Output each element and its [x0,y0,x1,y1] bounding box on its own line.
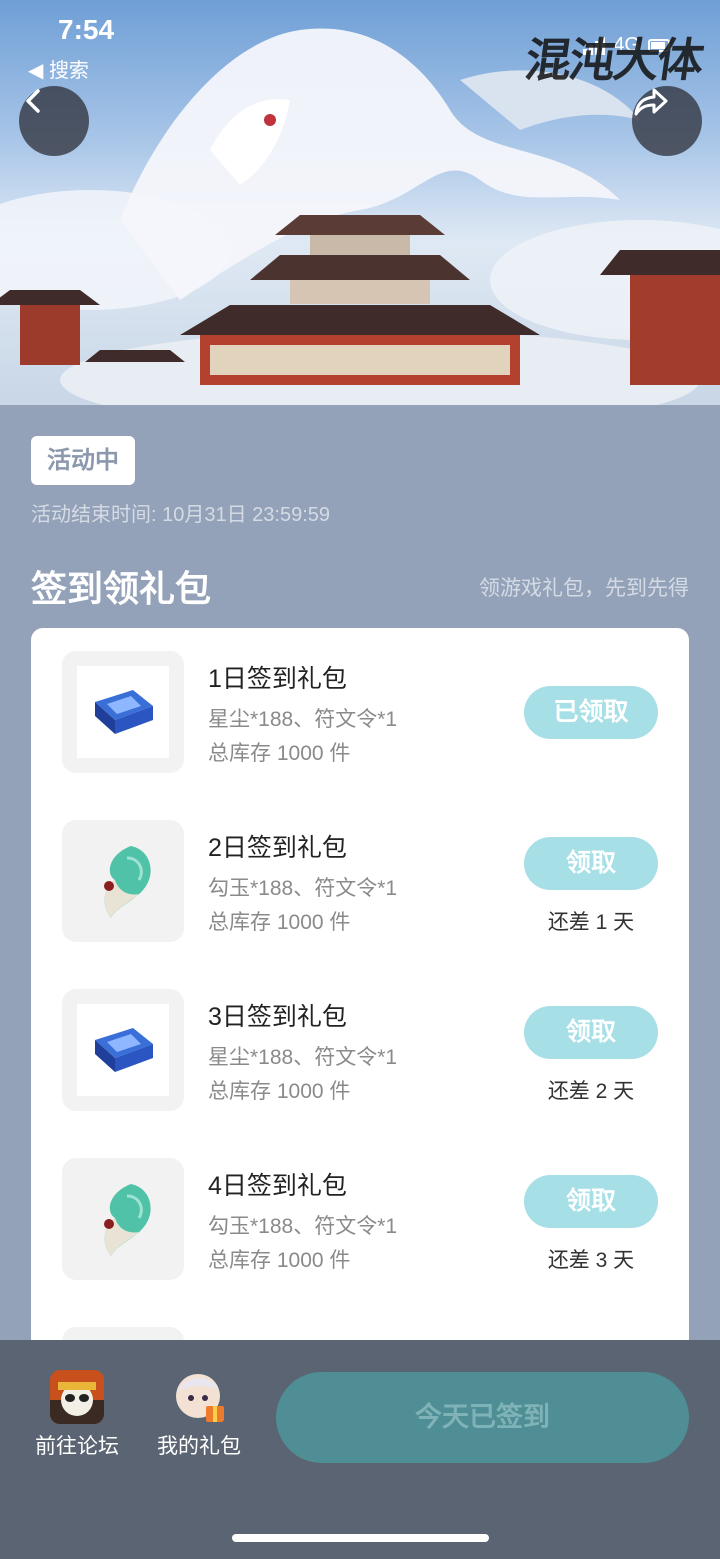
claimed-button[interactable]: 已领取 [524,686,658,739]
gift-title: 3日签到礼包 [208,1003,347,1031]
my-gifts-avatar-icon [172,1370,226,1424]
days-remaining: 还差 2 天 [547,1080,635,1103]
days-remaining: 还差 1 天 [547,911,635,934]
gift-contents: 勾玉*188、符文令*1 [208,1215,398,1238]
activity-status-badge: 活动中 [31,436,135,485]
gift-title: 4日签到礼包 [208,1172,347,1200]
back-button[interactable] [19,86,89,156]
my-gifts-label: 我的礼包 [157,1435,241,1458]
claim-button[interactable]: 领取 [524,837,658,890]
gift-contents: 星尘*188、符文令*1 [208,1046,398,1069]
gift-stock: 总库存 1000 件 [208,1080,351,1103]
status-time: 7:54 [58,14,115,45]
jade-magatama-icon [104,846,151,918]
status-back-search[interactable]: ◀ 搜索 [28,54,89,83]
gift-stock: 总库存 1000 件 [208,911,351,934]
gift-stock: 总库存 1000 件 [208,1249,351,1272]
home-indicator[interactable] [232,1534,489,1542]
forum-link[interactable]: 前往论坛 [22,1370,132,1460]
gift-contents: 勾玉*188、符文令*1 [208,877,398,900]
gift-thumbnail [62,989,184,1111]
days-remaining: 还差 3 天 [547,1249,635,1272]
gift-title: 2日签到礼包 [208,834,347,862]
game-logo: 混沌大体 [521,33,706,87]
gift-thumbnail [62,651,184,773]
claim-button[interactable]: 领取 [524,1006,658,1059]
gift-stock: 总库存 1000 件 [208,742,351,765]
section-subtitle: 领游戏礼包，先到先得 [479,577,689,600]
hero-banner: 7:54 ◀ 搜索 4G 混沌大体 [0,0,720,405]
checkin-button[interactable]: 今天已签到 [276,1372,689,1463]
gift-list: 1日签到礼包 星尘*188、符文令*1 总库存 1000 件 已领取 2日签到礼… [31,628,689,1368]
gift-row: 4日签到礼包 勾玉*188、符文令*1 总库存 1000 件 领取 还差 3 天 [31,1158,689,1280]
gift-row: 3日签到礼包 星尘*188、符文令*1 总库存 1000 件 领取 还差 2 天 [31,989,689,1111]
share-button[interactable] [632,86,702,156]
gift-contents: 星尘*188、符文令*1 [208,708,398,731]
status-back-label: 搜索 [48,60,89,82]
my-gifts-link[interactable]: 我的礼包 [144,1370,254,1460]
gift-title: 1日签到礼包 [208,665,347,693]
activity-end-time: 活动结束时间: 10月31日 23:59:59 [31,504,331,526]
gift-row: 1日签到礼包 星尘*188、符文令*1 总库存 1000 件 已领取 [31,651,689,773]
gift-thumbnail [62,820,184,942]
blue-crystal-icon [95,690,153,734]
claim-button[interactable]: 领取 [524,1175,658,1228]
share-arrow-icon [634,88,668,116]
jade-magatama-icon [104,1184,151,1256]
gift-thumbnail [62,1158,184,1280]
forum-label: 前往论坛 [35,1435,119,1458]
blue-crystal-icon [95,1028,153,1072]
section-title: 签到领礼包 [31,568,212,609]
bottom-action-bar: 前往论坛 我的礼包 今天已签到 [0,1340,720,1559]
chevron-left-icon [26,89,40,113]
forum-game-icon [50,1370,104,1424]
gift-row: 2日签到礼包 勾玉*188、符文令*1 总库存 1000 件 领取 还差 1 天 [31,820,689,942]
